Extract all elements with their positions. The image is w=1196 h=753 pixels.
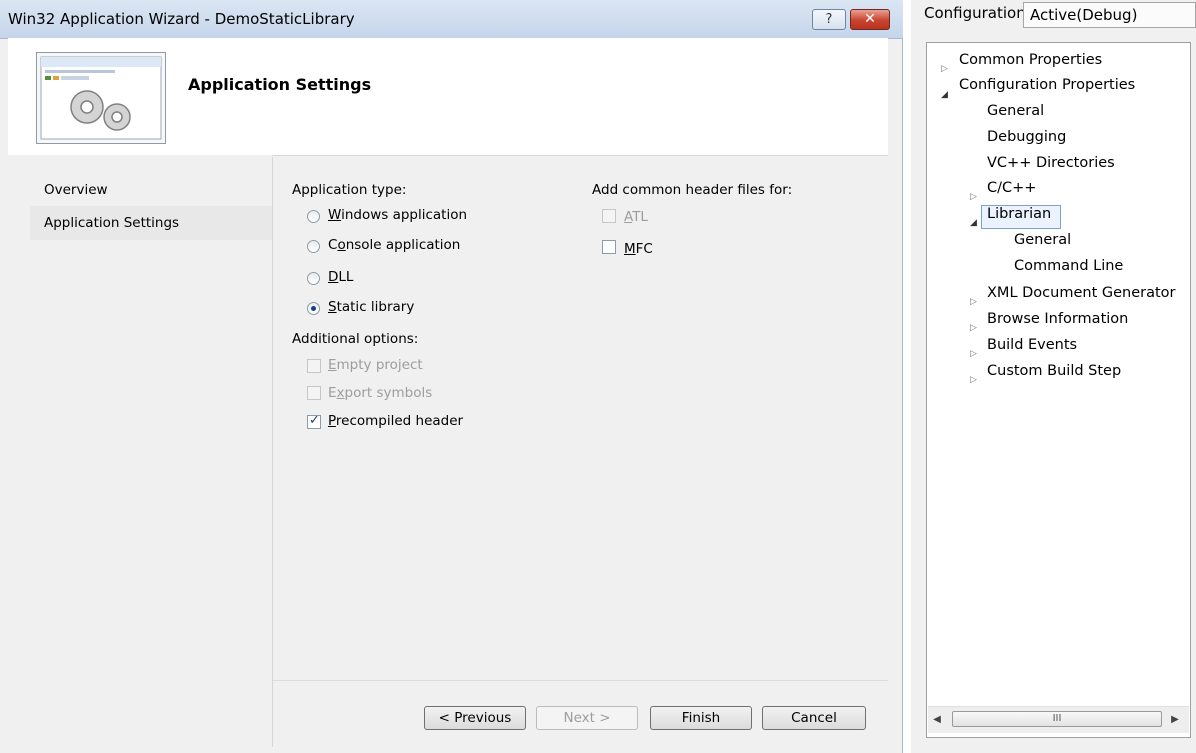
empty-project-suffix: mpty project <box>336 357 423 373</box>
scroll-right-icon[interactable]: ▶ <box>1168 711 1182 729</box>
console-application-suffix: nsole application <box>345 237 461 253</box>
wizard-banner-icon <box>36 52 166 144</box>
tree-item-command-line[interactable]: Command Line <box>1014 258 1123 274</box>
mfc-label[interactable]: MFC <box>624 241 653 257</box>
tree-item-vc-directories[interactable]: VC++ Directories <box>987 155 1115 171</box>
nav-item-application-settings[interactable]: Application Settings <box>44 215 179 231</box>
tree-item-browse-information[interactable]: Browse Information <box>987 311 1128 327</box>
finish-button[interactable]: Finish <box>650 706 752 730</box>
mfc-mnemonic: M <box>624 241 636 257</box>
additional-options-label: Additional options: <box>292 331 419 347</box>
footer-separator <box>273 680 888 681</box>
precompiled-header-mnemonic: P <box>328 413 336 429</box>
configuration-select[interactable]: Active(Debug) <box>1023 2 1196 28</box>
empty-project-checkbox[interactable] <box>307 359 321 373</box>
configuration-label: Configuration: <box>924 4 1031 22</box>
windows-application-suffix: indows application <box>341 207 468 223</box>
export-symbols-prefix: E <box>328 385 337 401</box>
collapsed-arrow-icon[interactable]: ▷ <box>941 64 948 74</box>
windows-application-radio[interactable] <box>307 210 320 223</box>
dll-radio[interactable] <box>307 272 320 285</box>
tree-item-xml-document-generator[interactable]: XML Document Generator <box>987 285 1176 301</box>
tree-item-general[interactable]: General <box>987 103 1044 119</box>
windows-application-mnemonic: W <box>328 207 342 223</box>
tree-item-librarian[interactable]: Librarian <box>987 206 1051 222</box>
atl-checkbox[interactable] <box>602 209 616 223</box>
atl-suffix: TL <box>632 209 648 225</box>
mfc-checkbox[interactable] <box>602 240 616 254</box>
tree-item-librarian-general[interactable]: General <box>1014 232 1071 248</box>
static-library-radio[interactable] <box>307 302 320 315</box>
dll-mnemonic: D <box>328 269 339 285</box>
expanded-arrow-icon[interactable]: ◢ <box>970 218 977 228</box>
precompiled-header-checkbox[interactable]: ✓ <box>307 413 321 429</box>
dll-suffix: LL <box>338 269 354 285</box>
previous-button[interactable]: < Previous <box>424 706 526 730</box>
application-type-label: Application type: <box>292 182 407 198</box>
empty-project-mnemonic: E <box>328 357 337 373</box>
console-application-label[interactable]: Console application <box>328 237 460 253</box>
close-button[interactable]: ✕ <box>850 9 890 30</box>
tree-item-build-events[interactable]: Build Events <box>987 337 1077 353</box>
collapsed-arrow-icon[interactable]: ▷ <box>970 375 977 385</box>
mfc-suffix: FC <box>635 241 653 257</box>
static-library-mnemonic: S <box>328 299 337 315</box>
property-tree <box>926 42 1191 738</box>
dll-label[interactable]: DLL <box>328 269 353 285</box>
static-library-label[interactable]: Static library <box>328 299 414 315</box>
tree-item-custom-build-step[interactable]: Custom Build Step <box>987 363 1121 379</box>
collapsed-arrow-icon[interactable]: ▷ <box>970 297 977 307</box>
wizard-nav-pane <box>8 155 272 751</box>
help-button[interactable]: ? <box>812 9 846 30</box>
page-title: Application Settings <box>188 75 372 94</box>
console-application-radio[interactable] <box>307 240 320 253</box>
common-headers-label: Add common header files for: <box>592 182 793 198</box>
export-symbols-checkbox[interactable] <box>307 386 321 400</box>
empty-project-label[interactable]: Empty project <box>328 357 423 373</box>
export-symbols-suffix: port symbols <box>344 385 433 401</box>
pane-divider <box>272 157 273 747</box>
nav-item-overview[interactable]: Overview <box>44 182 108 198</box>
tree-item-common-properties[interactable]: Common Properties <box>959 52 1102 68</box>
tree-item-c-cpp[interactable]: C/C++ <box>987 180 1036 196</box>
tree-item-configuration-properties[interactable]: Configuration Properties <box>959 77 1135 93</box>
precompiled-header-label[interactable]: Precompiled header <box>328 413 463 429</box>
precompiled-header-suffix: recompiled header <box>335 413 464 429</box>
cancel-button[interactable]: Cancel <box>762 706 866 730</box>
collapsed-arrow-icon[interactable]: ▷ <box>970 349 977 359</box>
atl-label[interactable]: ATL <box>624 209 648 225</box>
checkmark-icon: ✓ <box>309 413 320 428</box>
collapsed-arrow-icon[interactable]: ▷ <box>970 192 977 202</box>
windows-application-label[interactable]: Windows application <box>328 207 467 223</box>
next-button[interactable]: Next > <box>536 706 638 730</box>
tree-item-debugging[interactable]: Debugging <box>987 129 1066 145</box>
scroll-left-icon[interactable]: ◀ <box>930 711 944 729</box>
console-application-mnemonic: o <box>337 237 346 253</box>
wizard-title: Win32 Application Wizard - DemoStaticLib… <box>8 10 355 28</box>
scrollbar-thumb[interactable]: III <box>952 711 1162 727</box>
export-symbols-mnemonic: x <box>336 385 345 401</box>
collapsed-arrow-icon[interactable]: ▷ <box>970 323 977 333</box>
expanded-arrow-icon[interactable]: ◢ <box>941 90 948 100</box>
static-library-suffix: tatic library <box>336 299 415 315</box>
atl-mnemonic: A <box>624 209 633 225</box>
export-symbols-label[interactable]: Export symbols <box>328 385 432 401</box>
